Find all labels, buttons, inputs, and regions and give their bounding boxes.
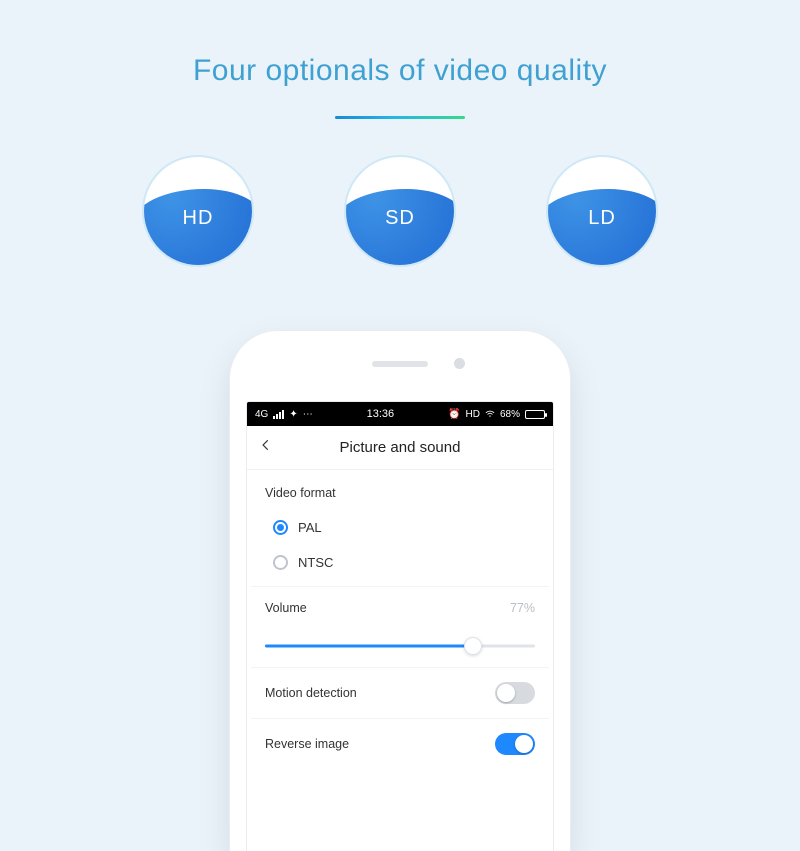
motion-detection-toggle[interactable]: [495, 682, 535, 704]
android-icon: ✦: [289, 409, 297, 420]
title-underline: [335, 116, 465, 119]
alarm-icon: ⏰: [448, 409, 460, 420]
radio-option-pal[interactable]: PAL: [251, 510, 549, 545]
quality-badge-sd: SD: [344, 155, 456, 267]
settings-content: Video format PAL NTSC Volume 77%: [247, 470, 553, 851]
hero-title: Four optionals of video quality: [0, 0, 800, 88]
slider-fill: [265, 645, 473, 648]
phone-frame: 4G ✦ ⋯ 13:36 ⏰ HD 68% Picture and sound: [230, 331, 570, 851]
back-button[interactable]: [259, 438, 279, 458]
badge-label: SD: [346, 157, 454, 265]
quality-badge-hd: HD: [142, 155, 254, 267]
volume-slider-wrap: [251, 629, 549, 667]
battery-pct: 68%: [500, 409, 520, 420]
row-label: Reverse image: [265, 737, 349, 751]
slider-thumb[interactable]: [464, 637, 482, 655]
toggle-knob: [515, 735, 533, 753]
signal-icon: [273, 410, 284, 419]
phone-screen: 4G ✦ ⋯ 13:36 ⏰ HD 68% Picture and sound: [246, 401, 554, 851]
toggle-knob: [497, 684, 515, 702]
volume-label: Volume: [265, 601, 307, 615]
radio-label: NTSC: [298, 555, 333, 570]
hd-indicator: HD: [466, 409, 480, 420]
status-right: ⏰ HD 68%: [448, 409, 545, 420]
reverse-image-row: Reverse image: [251, 718, 549, 769]
nav-bar: Picture and sound: [247, 426, 553, 470]
badge-label: HD: [144, 157, 252, 265]
page-title: Picture and sound: [340, 439, 461, 456]
reverse-image-toggle[interactable]: [495, 733, 535, 755]
phone-camera: [454, 358, 465, 369]
more-icon: ⋯: [303, 409, 313, 420]
volume-value: 77%: [510, 601, 535, 615]
video-format-label: Video format: [251, 470, 549, 510]
volume-row: Volume 77%: [251, 586, 549, 629]
radio-icon: [273, 520, 288, 535]
status-bar: 4G ✦ ⋯ 13:36 ⏰ HD 68%: [247, 402, 553, 426]
quality-badge-ld: LD: [546, 155, 658, 267]
battery-icon: [525, 410, 545, 419]
row-label: Motion detection: [265, 686, 357, 700]
radio-label: PAL: [298, 520, 322, 535]
wifi-icon: [485, 410, 495, 419]
radio-icon: [273, 555, 288, 570]
quality-badges: HD SD LD: [0, 155, 800, 267]
radio-option-ntsc[interactable]: NTSC: [251, 545, 549, 580]
phone-speaker: [372, 361, 428, 367]
status-left: 4G ✦ ⋯: [255, 409, 313, 420]
network-label: 4G: [255, 409, 268, 420]
badge-label: LD: [548, 157, 656, 265]
status-time: 13:36: [319, 408, 442, 420]
motion-detection-row: Motion detection: [251, 667, 549, 718]
volume-slider[interactable]: [265, 635, 535, 657]
chevron-left-icon: [259, 438, 273, 452]
